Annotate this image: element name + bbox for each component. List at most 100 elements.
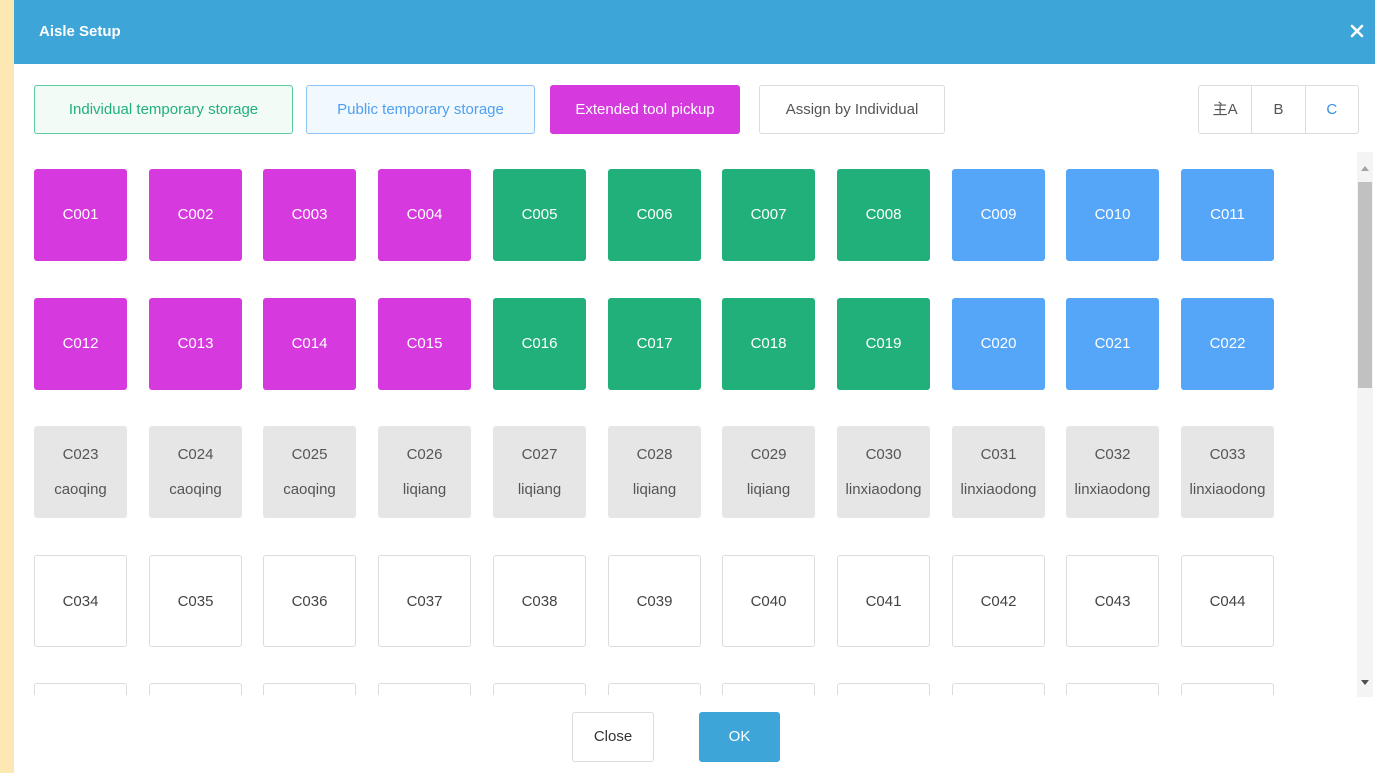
- aisle-cell[interactable]: C020: [952, 298, 1045, 390]
- aisle-cell[interactable]: C016: [493, 298, 586, 390]
- aisle-cell[interactable]: C029 liqiang: [722, 426, 815, 518]
- aisle-cell[interactable]: C006: [608, 169, 701, 261]
- aisle-code: C034: [62, 593, 99, 610]
- grid-scrollbar[interactable]: [1357, 152, 1373, 697]
- ok-button[interactable]: OK: [699, 712, 780, 762]
- aisle-cell[interactable]: C044: [1181, 555, 1274, 647]
- aisle-code: C004: [406, 206, 443, 223]
- aisle-owner: caoqing: [283, 481, 336, 498]
- close-icon[interactable]: [1348, 22, 1366, 40]
- aisle-cell[interactable]: C021: [1066, 298, 1159, 390]
- aisle-grid: C001 C002 C003 C004 C005 C006 C007 C008 C009 C010…: [14, 150, 1375, 695]
- aisle-code: C003: [291, 206, 328, 223]
- aisle-cell[interactable]: C023 caoqing: [34, 426, 127, 518]
- aisle-code: C038: [521, 593, 558, 610]
- aisle-cell[interactable]: [1066, 683, 1159, 695]
- aisle-owner: caoqing: [54, 481, 107, 498]
- aisle-cell[interactable]: C009: [952, 169, 1045, 261]
- aisle-cell[interactable]: C005: [493, 169, 586, 261]
- aisle-cell[interactable]: C004: [378, 169, 471, 261]
- aisle-code: C012: [62, 335, 99, 352]
- aisle-code: C022: [1209, 335, 1246, 352]
- aisle-cell[interactable]: [722, 683, 815, 695]
- aisle-code: C041: [865, 593, 902, 610]
- group-tab-b[interactable]: B: [1252, 86, 1306, 133]
- aisle-cell[interactable]: C039: [608, 555, 701, 647]
- aisle-code: C013: [177, 335, 214, 352]
- aisle-cell[interactable]: C022: [1181, 298, 1274, 390]
- aisle-cell[interactable]: C027 liqiang: [493, 426, 586, 518]
- aisle-code: C027: [521, 446, 558, 463]
- public-storage-button[interactable]: Public temporary storage: [306, 85, 535, 134]
- assign-by-individual-button[interactable]: Assign by Individual: [759, 85, 945, 134]
- aisle-cell[interactable]: C031 linxiaodong: [952, 426, 1045, 518]
- aisle-code: C018: [750, 335, 787, 352]
- aisle-cell[interactable]: C025 caoqing: [263, 426, 356, 518]
- aisle-code: C042: [980, 593, 1017, 610]
- aisle-cell[interactable]: C008: [837, 169, 930, 261]
- aisle-cell[interactable]: C011: [1181, 169, 1274, 261]
- aisle-cell[interactable]: C015: [378, 298, 471, 390]
- aisle-cell[interactable]: C013: [149, 298, 242, 390]
- aisle-code: C028: [636, 446, 673, 463]
- scroll-up-arrow-icon[interactable]: [1361, 166, 1369, 171]
- aisle-code: C008: [865, 206, 902, 223]
- aisle-cell[interactable]: [1181, 683, 1274, 695]
- aisle-code: C019: [865, 335, 902, 352]
- aisle-cell[interactable]: C024 caoqing: [149, 426, 242, 518]
- aisle-cell[interactable]: C007: [722, 169, 815, 261]
- aisle-cell[interactable]: C042: [952, 555, 1045, 647]
- group-tab-a[interactable]: 主A: [1199, 86, 1253, 133]
- aisle-cell[interactable]: C040: [722, 555, 815, 647]
- aisle-cell[interactable]: [263, 683, 356, 695]
- aisle-cell[interactable]: C018: [722, 298, 815, 390]
- aisle-cell[interactable]: C036: [263, 555, 356, 647]
- aisle-code: C005: [521, 206, 558, 223]
- aisle-cell[interactable]: C028 liqiang: [608, 426, 701, 518]
- aisle-owner: caoqing: [169, 481, 222, 498]
- aisle-cell[interactable]: [952, 683, 1045, 695]
- aisle-cell[interactable]: C034: [34, 555, 127, 647]
- aisle-cell[interactable]: C032 linxiaodong: [1066, 426, 1159, 518]
- aisle-cell[interactable]: [34, 683, 127, 695]
- aisle-cell[interactable]: C026 liqiang: [378, 426, 471, 518]
- aisle-cell[interactable]: C019: [837, 298, 930, 390]
- aisle-cell[interactable]: C030 linxiaodong: [837, 426, 930, 518]
- aisle-cell[interactable]: C002: [149, 169, 242, 261]
- group-tab-c[interactable]: C: [1306, 86, 1358, 133]
- extended-tool-pickup-button[interactable]: Extended tool pickup: [550, 85, 740, 134]
- aisle-owner: liqiang: [402, 481, 447, 498]
- scroll-thumb[interactable]: [1358, 182, 1372, 388]
- scroll-down-arrow-icon[interactable]: [1361, 680, 1369, 685]
- aisle-code: C039: [636, 593, 673, 610]
- dialog-titlebar: Aisle Setup: [14, 0, 1375, 64]
- aisle-cell[interactable]: C041: [837, 555, 930, 647]
- aisle-cell[interactable]: C035: [149, 555, 242, 647]
- aisle-cell[interactable]: C038: [493, 555, 586, 647]
- aisle-cell[interactable]: C001: [34, 169, 127, 261]
- aisle-cell[interactable]: C037: [378, 555, 471, 647]
- aisle-owner: liqiang: [746, 481, 791, 498]
- aisle-code: C031: [980, 446, 1017, 463]
- aisle-cell[interactable]: [378, 683, 471, 695]
- aisle-cell[interactable]: C017: [608, 298, 701, 390]
- aisle-code: C002: [177, 206, 214, 223]
- aisle-code: C033: [1209, 446, 1246, 463]
- individual-storage-button[interactable]: Individual temporary storage: [34, 85, 293, 134]
- aisle-cell[interactable]: C043: [1066, 555, 1159, 647]
- aisle-code: C037: [406, 593, 443, 610]
- aisle-cell[interactable]: [149, 683, 242, 695]
- aisle-cell[interactable]: [837, 683, 930, 695]
- aisle-cell[interactable]: C033 linxiaodong: [1181, 426, 1274, 518]
- aisle-cell[interactable]: C012: [34, 298, 127, 390]
- aisle-code: C010: [1094, 206, 1131, 223]
- aisle-owner: linxiaodong: [1074, 481, 1151, 498]
- aisle-owner: liqiang: [632, 481, 677, 498]
- close-button[interactable]: Close: [572, 712, 654, 762]
- aisle-code: C040: [750, 593, 787, 610]
- aisle-cell[interactable]: C003: [263, 169, 356, 261]
- aisle-cell[interactable]: C014: [263, 298, 356, 390]
- aisle-cell[interactable]: C010: [1066, 169, 1159, 261]
- aisle-cell[interactable]: [493, 683, 586, 695]
- aisle-cell[interactable]: [608, 683, 701, 695]
